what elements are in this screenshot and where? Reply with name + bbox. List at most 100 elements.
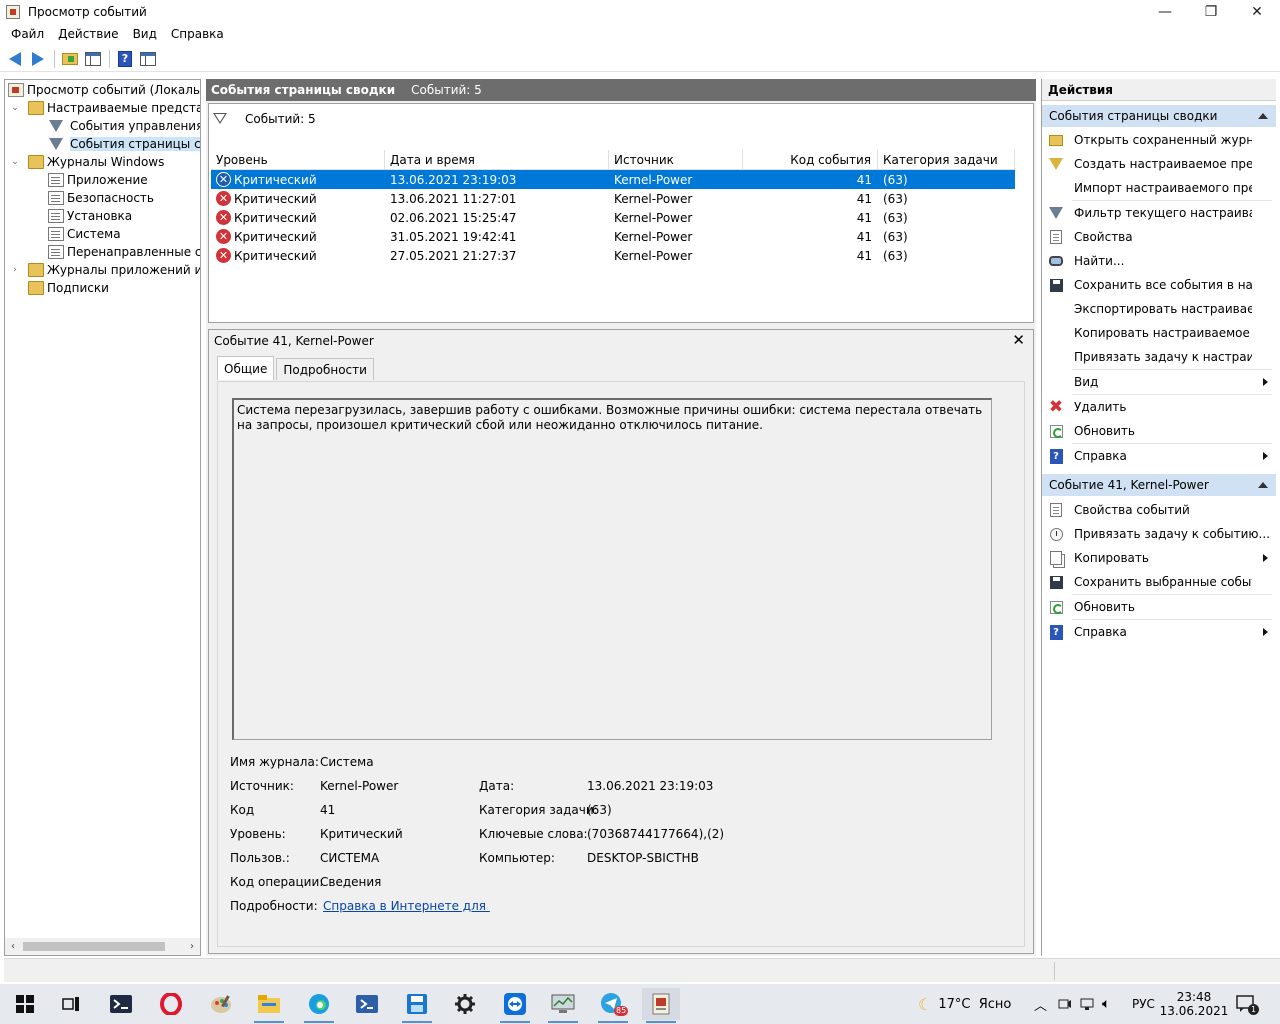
tray-language[interactable]: РУС [1132, 984, 1155, 1024]
scrollbar-thumb[interactable] [23, 942, 165, 951]
menu-file[interactable]: Файл [4, 27, 51, 41]
action-copy-custom-view[interactable]: Копировать настраиваемое представление..… [1042, 321, 1276, 345]
maximize-button[interactable]: ❐ [1188, 0, 1234, 24]
tree-horizontal-scrollbar[interactable]: ‹ › [5, 938, 200, 955]
taskbar-paint[interactable] [202, 988, 240, 1020]
task-view-button[interactable] [52, 988, 90, 1020]
tree-item-app-service-logs[interactable]: › Журналы приложений и служб [9, 261, 200, 279]
expand-chevron-icon[interactable]: › [9, 265, 21, 275]
event-description[interactable]: Система перезагрузилась, завершив работу… [232, 398, 992, 740]
action-save-selected-events[interactable]: Сохранить выбранные события... [1042, 570, 1276, 594]
action-properties[interactable]: Свойства [1042, 225, 1276, 249]
show-hide-actions-button[interactable] [137, 48, 159, 70]
tray-volume[interactable]: 🔈︎ [1102, 984, 1110, 1024]
tree-item-custom-views[interactable]: ⌄ Настраиваемые представления [9, 99, 200, 117]
actions-section-event[interactable]: Событие 41, Kernel-Power [1042, 474, 1276, 496]
taskbar-explorer[interactable] [250, 988, 288, 1023]
action-open-saved-log[interactable]: Открыть сохраненный журнал... [1042, 128, 1276, 152]
scroll-right-icon[interactable]: › [184, 938, 200, 955]
action-refresh-event[interactable]: Обновить [1042, 595, 1276, 619]
menu-action[interactable]: Действие [51, 27, 125, 41]
up-folder-button[interactable] [59, 48, 81, 70]
action-help-event[interactable]: ? Справка [1042, 620, 1276, 644]
show-hidden-icons[interactable]: ︿ [1034, 984, 1047, 1024]
back-button[interactable] [4, 48, 26, 70]
action-create-custom-view[interactable]: Создать настраиваемое представление... [1042, 152, 1276, 176]
tree-item-application[interactable]: Приложение [48, 171, 148, 189]
cell-level: ✕ Критический [211, 172, 385, 187]
filter-icon [213, 112, 229, 126]
tree-item-admin-events[interactable]: События управления [48, 117, 200, 135]
collapse-up-icon[interactable] [1258, 113, 1268, 119]
taskbar-opera[interactable] [152, 988, 190, 1020]
actions-section-summary[interactable]: События страницы сводки [1042, 105, 1276, 127]
taskbar-save-app[interactable] [398, 988, 436, 1023]
show-hide-tree-button[interactable] [82, 48, 104, 70]
action-view[interactable]: Вид [1042, 370, 1276, 394]
forward-button[interactable] [27, 48, 49, 70]
taskbar-telegram[interactable]: 85 [594, 988, 632, 1023]
taskbar-teamviewer[interactable] [496, 988, 534, 1023]
taskbar: 85 ☾ 17°C Ясно ︿ 🔈︎ РУС 23:48 13.06.2021… [0, 984, 1280, 1024]
notification-center-button[interactable]: 1 [1236, 984, 1259, 1024]
action-refresh[interactable]: Обновить [1042, 419, 1276, 443]
tree-item-setup[interactable]: Установка [48, 207, 132, 225]
taskbar-edge[interactable] [300, 988, 338, 1023]
action-export-custom-view[interactable]: Экспортировать настраиваемое представлен… [1042, 297, 1276, 321]
action-import-custom-view[interactable]: Импорт настраиваемого представления... [1042, 176, 1276, 200]
action-attach-task-view[interactable]: Привязать задачу к настраиваемому предст… [1042, 345, 1276, 369]
action-delete[interactable]: ✖ Удалить [1042, 395, 1276, 419]
close-button[interactable]: ✕ [1234, 0, 1280, 24]
action-filter-current-view[interactable]: Фильтр текущего настраиваемого представл… [1042, 201, 1276, 225]
column-header-event-code[interactable]: Код события [743, 150, 878, 169]
column-header-task-category[interactable]: Категория задачи [878, 150, 1015, 169]
tray-meet-now[interactable] [1058, 984, 1072, 1024]
file-explorer-icon [258, 995, 280, 1013]
online-help-link[interactable]: Справка в Интернете для [323, 899, 490, 913]
more-info-label: Подробности: [230, 899, 318, 913]
tree-item-label: Перенаправленные события [67, 245, 201, 259]
action-save-all-events[interactable]: Сохранить все события в настраиваемом пр… [1042, 273, 1276, 297]
action-help[interactable]: ? Справка [1042, 444, 1276, 468]
table-row[interactable]: ✕ Критический 13.06.2021 23:19:03 Kernel-… [211, 170, 1015, 189]
tree-item-security[interactable]: Безопасность [48, 189, 154, 207]
table-row[interactable]: ✕ Критический 13.06.2021 11:27:01 Kernel-… [211, 189, 1015, 208]
scroll-left-icon[interactable]: ‹ [5, 938, 21, 955]
taskbar-event-viewer[interactable] [642, 988, 680, 1023]
taskbar-powershell[interactable] [348, 988, 386, 1020]
expand-chevron-icon[interactable]: ⌄ [9, 103, 21, 113]
action-find[interactable]: Найти... [1042, 249, 1276, 273]
tree-item-system[interactable]: Система [48, 225, 121, 243]
taskbar-remote-desktop[interactable] [544, 988, 582, 1023]
action-event-properties[interactable]: Свойства событий [1042, 498, 1276, 522]
tree-item-windows-logs[interactable]: ⌄ Журналы Windows [9, 153, 164, 171]
tray-clock[interactable]: 23:48 13.06.2021 [1160, 984, 1229, 1024]
column-header-datetime[interactable]: Дата и время [385, 150, 609, 169]
weather-widget[interactable]: ☾ 17°C Ясно [918, 984, 1011, 1024]
expand-chevron-icon[interactable]: ⌄ [9, 157, 21, 167]
taskbar-terminal[interactable] [102, 988, 140, 1020]
tree-item-subscriptions[interactable]: Подписки [28, 279, 109, 297]
collapse-up-icon[interactable] [1258, 482, 1268, 488]
table-row[interactable]: ✕ Критический 31.05.2021 19:42:41 Kernel-… [211, 227, 1015, 246]
menu-help[interactable]: Справка [164, 27, 231, 41]
start-button[interactable] [6, 988, 44, 1020]
action-copy[interactable]: Копировать [1042, 546, 1276, 570]
tab-details[interactable]: Подробности [276, 358, 374, 380]
tray-network[interactable] [1080, 984, 1094, 1024]
help-button[interactable]: ? [114, 48, 136, 70]
close-detail-icon[interactable]: ✕ [1012, 331, 1025, 349]
table-row[interactable]: ✕ Критический 02.06.2021 15:25:47 Kernel-… [211, 208, 1015, 227]
tree-item-root[interactable]: Просмотр событий (Локальный) [8, 81, 200, 99]
tab-general[interactable]: Общие [217, 356, 275, 380]
taskbar-settings[interactable] [446, 988, 484, 1020]
action-attach-task-event[interactable]: Привязать задачу к событию... [1042, 522, 1276, 546]
table-row[interactable]: ✕ Критический 27.05.2021 21:27:37 Kernel-… [211, 246, 1015, 265]
tree-item-forwarded-events[interactable]: Перенаправленные события [48, 243, 201, 261]
tree-item-summary-events[interactable]: События страницы сводки [48, 135, 200, 153]
column-header-source[interactable]: Источник [609, 150, 743, 169]
minimize-button[interactable]: — [1142, 0, 1188, 24]
menu-view[interactable]: Вид [126, 27, 164, 41]
submenu-arrow-icon [1263, 378, 1268, 386]
column-header-level[interactable]: Уровень [211, 150, 385, 169]
